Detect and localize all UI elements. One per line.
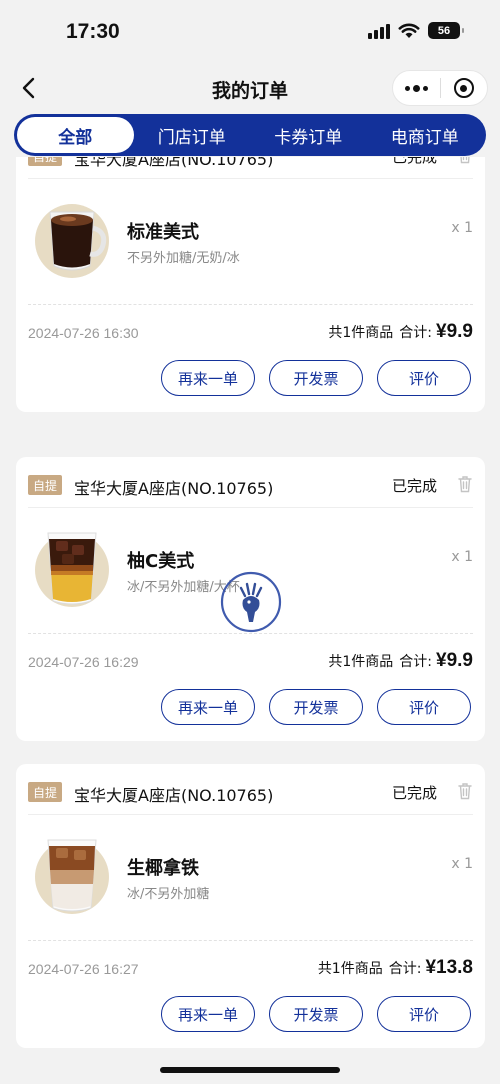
order-status: 已完成: [391, 477, 437, 495]
invoice-button[interactable]: 开发票: [269, 360, 363, 396]
product-quantity: x 1: [451, 220, 473, 236]
trash-icon[interactable]: [457, 782, 473, 800]
total-label: 合计:: [399, 654, 433, 670]
wifi-icon: [398, 23, 420, 38]
product-quantity: x 1: [451, 856, 473, 872]
nav-bar: 我的订单: [0, 66, 500, 112]
product-name: 标准美式: [127, 222, 199, 243]
order-header: 自提 宝华大厦A座店(NO.10765) 已完成: [16, 457, 485, 507]
product-row[interactable]: 标准美式 不另外加糖/无奶/冰 x 1: [16, 178, 485, 304]
total-label: 合计:: [388, 961, 422, 977]
store-name: 宝华大厦A座店(NO.10765): [74, 479, 274, 498]
dashed-divider: [28, 304, 473, 305]
order-actions: 再来一单 开发票 评价: [161, 689, 471, 725]
tab-all[interactable]: 全部: [17, 117, 134, 153]
store-name: 宝华大厦A座店(NO.10765): [74, 786, 274, 805]
pickup-tag: 自提: [28, 782, 62, 802]
total-amount: ¥13.8: [425, 957, 473, 978]
order-card[interactable]: 自提 宝华大厦A座店(NO.10765) 已完成 生椰拿铁 冰/不另外加糖 x …: [16, 764, 485, 1048]
order-header: 自提 宝华大厦A座店(NO.10765) 已完成: [16, 764, 485, 814]
order-time: 2024-07-26 16:29: [28, 654, 139, 670]
coconut-latte-image: [35, 839, 109, 914]
americano-hot-image: [35, 204, 109, 278]
status-time: 17:30: [66, 20, 120, 43]
mini-program-capsule: [392, 70, 488, 106]
signal-icon: [368, 23, 390, 39]
item-count: 共1件商品: [317, 961, 383, 977]
order-summary: 共1件商品 合计: ¥13.8: [318, 957, 473, 979]
product-spec: 冰/不另外加糖: [127, 887, 210, 902]
close-mini-program-button[interactable]: [441, 71, 488, 105]
target-icon: [453, 78, 474, 98]
order-type-tabs: 全部 门店订单 卡券订单 电商订单: [14, 114, 486, 156]
order-header: 自提 宝华大厦A座店(NO.10765) 已完成: [16, 157, 485, 178]
more-button[interactable]: [393, 71, 440, 105]
order-actions: 再来一单 开发票 评价: [161, 360, 471, 396]
iced-americano-image: [35, 532, 109, 607]
total-amount: ¥9.9: [436, 321, 473, 342]
trash-icon[interactable]: [457, 475, 473, 493]
pickup-tag: 自提: [28, 157, 62, 166]
status-icons: 56: [368, 22, 464, 39]
reorder-button[interactable]: 再来一单: [161, 360, 255, 396]
order-summary: 共1件商品 合计: ¥9.9: [328, 321, 473, 343]
pickup-tag: 自提: [28, 475, 62, 495]
reorder-button[interactable]: 再来一单: [161, 689, 255, 725]
tab-coupon-orders[interactable]: 卡券订单: [250, 117, 367, 153]
order-actions: 再来一单 开发票 评价: [161, 996, 471, 1032]
more-dots-icon: [404, 84, 428, 92]
order-time: 2024-07-26 16:27: [28, 961, 139, 977]
luckin-deer-icon[interactable]: [219, 570, 283, 634]
product-name: 生椰拿铁: [127, 858, 199, 879]
total-amount: ¥9.9: [436, 650, 473, 671]
order-summary: 共1件商品 合计: ¥9.9: [328, 650, 473, 672]
invoice-button[interactable]: 开发票: [269, 689, 363, 725]
trash-icon[interactable]: [457, 157, 473, 164]
home-indicator: [160, 1067, 340, 1073]
store-name: 宝华大厦A座店(NO.10765): [74, 157, 274, 169]
invoice-button[interactable]: 开发票: [269, 996, 363, 1032]
item-count: 共1件商品: [328, 654, 394, 670]
review-button[interactable]: 评价: [377, 689, 471, 725]
product-row[interactable]: 生椰拿铁 冰/不另外加糖 x 1: [16, 814, 485, 940]
product-name: 柚C美式: [127, 551, 195, 572]
item-count: 共1件商品: [328, 325, 394, 341]
total-label: 合计:: [399, 325, 433, 341]
battery-icon: 56: [428, 22, 464, 39]
order-time: 2024-07-26 16:30: [28, 325, 139, 341]
tab-store-orders[interactable]: 门店订单: [134, 117, 251, 153]
status-bar: 17:30 56: [0, 0, 500, 66]
order-status: 已完成: [391, 784, 437, 802]
review-button[interactable]: 评价: [377, 996, 471, 1032]
product-quantity: x 1: [451, 549, 473, 565]
order-card[interactable]: 自提 宝华大厦A座店(NO.10765) 已完成 标准美式 不另外加糖/无奶/冰…: [16, 157, 485, 412]
dashed-divider: [28, 940, 473, 941]
product-spec: 不另外加糖/无奶/冰: [127, 251, 240, 266]
reorder-button[interactable]: 再来一单: [161, 996, 255, 1032]
review-button[interactable]: 评价: [377, 360, 471, 396]
tab-ecommerce-orders[interactable]: 电商订单: [367, 117, 484, 153]
order-status: 已完成: [391, 157, 437, 166]
